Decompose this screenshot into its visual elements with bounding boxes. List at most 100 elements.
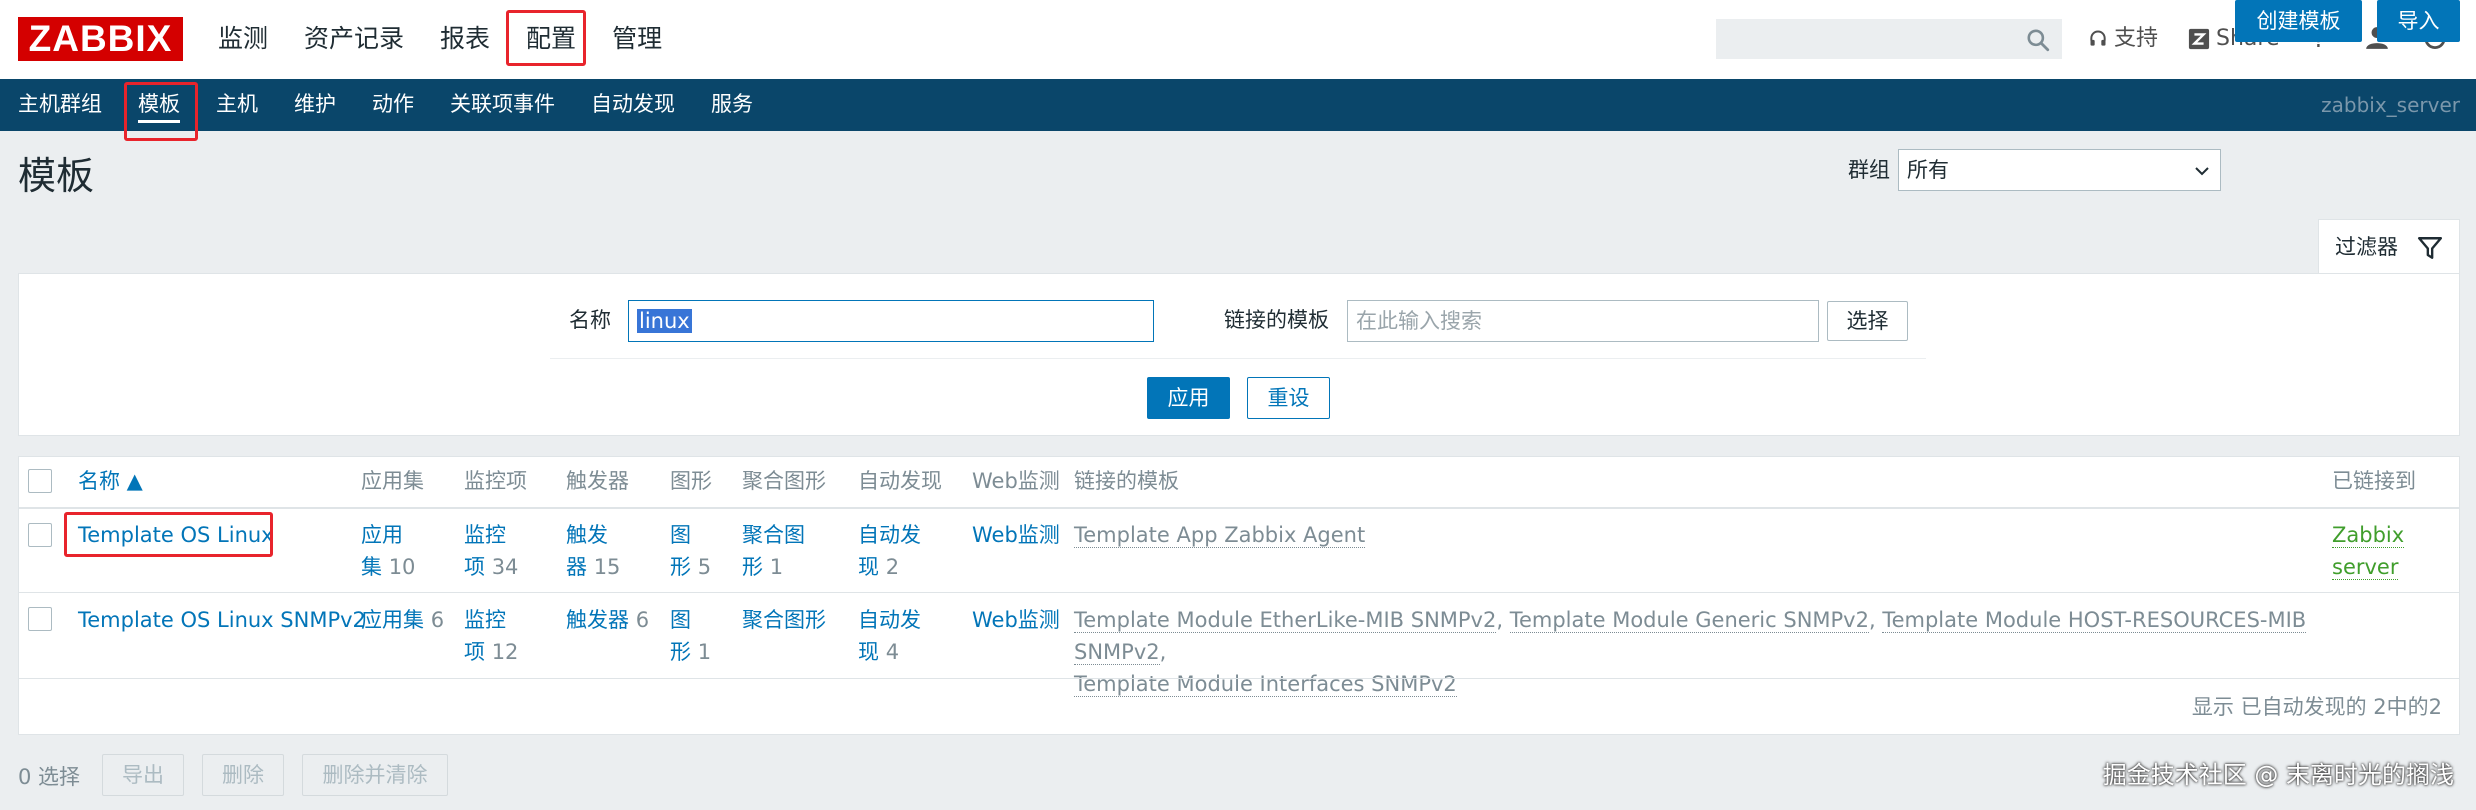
screens-link[interactable]: 聚合图形 [742,608,826,632]
create-template-button[interactable]: 创建模板 [2235,0,2362,42]
import-button[interactable]: 导入 [2377,0,2460,42]
discovery-link-line2: 现 [858,640,879,664]
template-name-link[interactable]: Template OS Linux SNMPv2 [78,608,366,632]
row-divider [19,678,2459,679]
column-header-discovery: 自动发现 [858,469,942,493]
items-link-line1: 监控 [464,608,506,632]
main-menu-administration[interactable]: 管理 [594,0,680,79]
zabbix-logo[interactable]: ZABBIX [18,17,183,61]
sub-menu-actions[interactable]: 动作 [354,79,432,131]
filter-tab[interactable]: 过滤器 [2318,219,2460,274]
triggers-link[interactable]: 触发 器 15 [566,519,620,583]
graphs-link[interactable]: 图 形 5 [670,519,711,583]
chevron-down-icon [2195,167,2209,176]
linked-template-link[interactable]: Template Module Generic SNMPv2 [1509,608,1869,633]
selected-count: 0 选择 [18,765,81,789]
sub-menu-bar: 主机群组 模板 主机 维护 动作 关联项事件 自动发现 服务 zabbix_se… [0,79,2476,131]
discovery-count: 2 [885,555,900,579]
applications-link[interactable]: 应用集 6 [361,604,444,636]
applications-count: 10 [388,555,416,579]
linked-host-link-line1[interactable]: Zabbix [2332,523,2405,548]
column-header-items: 监控项 [464,469,527,493]
discovery-link-line2: 现 [858,555,879,579]
screens-link[interactable]: 聚合图 形 1 [742,519,805,583]
linked-template-link[interactable]: Template Module EtherLike-MIB SNMPv2 [1074,608,1497,633]
reset-filter-button[interactable]: 重设 [1247,377,1330,419]
linked-template-link[interactable]: Template Module Interfaces SNMPv2 [1074,672,1457,697]
graphs-link[interactable]: 图 形 1 [670,604,711,668]
items-link-line2: 项 [464,555,485,579]
column-header-name[interactable]: 名称 ▲ [78,466,143,496]
graphs-link-line2: 形 [670,640,691,664]
select-all-checkbox[interactable] [28,469,52,493]
filter-linked-templates-input[interactable]: 在此输入搜索 [1347,300,1819,342]
headset-icon [2090,30,2106,46]
discovery-link[interactable]: 自动发 现 4 [858,604,921,668]
main-menu-reports[interactable]: 报表 [422,0,508,79]
discovery-link[interactable]: 自动发 现 2 [858,519,921,583]
items-link[interactable]: 监控 项 34 [464,519,518,583]
main-menu-configuration[interactable]: 配置 [508,0,594,79]
sub-menu-services[interactable]: 服务 [693,79,771,131]
funnel-icon [2417,237,2443,259]
support-link[interactable]: 支持 [2088,24,2158,54]
search-icon[interactable] [2025,27,2051,53]
linked-host-link-line2[interactable]: server [2332,555,2399,580]
sub-menu: 主机群组 模板 主机 维护 动作 关联项事件 自动发现 服务 [0,79,771,131]
column-header-screens: 聚合图形 [742,469,826,493]
column-header-web: Web监测 [972,469,1060,493]
column-header-linked-templates: 链接的模板 [1074,469,1179,493]
template-name-link[interactable]: Template OS Linux [78,523,274,547]
items-count: 12 [491,640,519,664]
web-link[interactable]: Web监测 [972,608,1060,632]
items-link-line2: 项 [464,640,485,664]
select-templates-button[interactable]: 选择 [1827,301,1908,341]
applications-link-line2: 集 [361,555,382,579]
main-menu-monitoring[interactable]: 监测 [200,0,286,79]
delete-and-clear-button[interactable]: 删除并清除 [302,754,448,796]
sub-menu-maintenance[interactable]: 维护 [276,79,354,131]
column-header-linked-to: 已链接到 [2332,469,2416,493]
column-header-graphs: 图形 [670,469,712,493]
applications-link-line1: 应用 [361,523,403,547]
sub-menu-discovery[interactable]: 自动发现 [573,79,693,131]
triggers-count: 15 [593,555,621,579]
main-menu-inventory[interactable]: 资产记录 [286,0,422,79]
group-label: 群组 [1848,158,1890,182]
apply-filter-button[interactable]: 应用 [1147,377,1230,419]
graphs-link-line1: 图 [670,523,691,547]
global-search-input[interactable] [1716,19,2062,59]
graphs-link-line1: 图 [670,608,691,632]
filter-linked-templates-placeholder: 在此输入搜索 [1356,309,1482,333]
support-label: 支持 [2114,26,2159,51]
applications-count: 6 [430,608,445,632]
share-z-icon [2188,28,2210,50]
discovery-link-line1: 自动发 [858,608,921,632]
filter-linked-templates-label: 链接的模板 [1224,308,1329,332]
applications-link-label: 应用集 [361,608,424,632]
column-header-applications: 应用集 [361,469,424,493]
row-checkbox[interactable] [28,607,52,631]
row-checkbox[interactable] [28,523,52,547]
filter-name-input[interactable]: linux [628,300,1154,342]
delete-button[interactable]: 删除 [202,754,284,796]
sub-menu-host-groups[interactable]: 主机群组 [0,79,120,131]
triggers-link-line1: 触发 [566,523,608,547]
web-link[interactable]: Web监测 [972,523,1060,547]
page-title: 模板 [18,154,95,198]
discovery-link-line1: 自动发 [858,523,921,547]
top-bar: ZABBIX 监测 资产记录 报表 配置 管理 支持 Share ? [0,0,2476,79]
table-header-divider [19,507,2459,509]
column-header-triggers: 触发器 [566,469,629,493]
linked-template-link[interactable]: Template App Zabbix Agent [1074,523,1366,548]
applications-link[interactable]: 应用 集 10 [361,519,415,583]
export-button[interactable]: 导出 [102,754,184,796]
sub-menu-event-correlation[interactable]: 关联项事件 [432,79,573,131]
sub-menu-templates[interactable]: 模板 [120,79,198,131]
triggers-link[interactable]: 触发器 6 [566,604,649,636]
main-menu: 监测 资产记录 报表 配置 管理 [200,0,680,79]
items-link[interactable]: 监控 项 12 [464,604,518,668]
group-select[interactable]: 所有 [1898,149,2221,191]
sub-menu-hosts[interactable]: 主机 [198,79,276,131]
filter-tab-label: 过滤器 [2335,235,2398,259]
